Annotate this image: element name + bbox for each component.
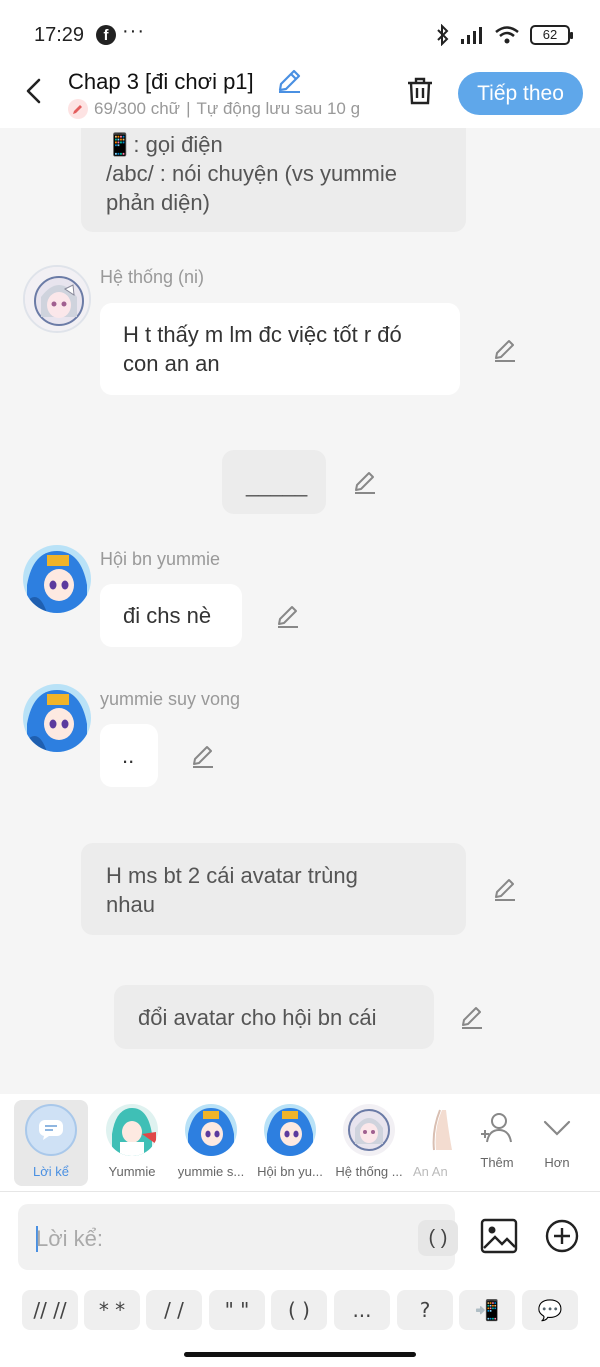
- picker-item-character[interactable]: yummie s...: [174, 1100, 248, 1186]
- picker-item-character[interactable]: Hệ thống ...: [332, 1100, 406, 1186]
- more-button[interactable]: Hơn: [520, 1100, 594, 1186]
- avatar[interactable]: [23, 684, 91, 752]
- message-line: đổi avatar cho hội bn cái: [138, 1005, 377, 1030]
- battery-icon: 62: [530, 25, 573, 45]
- message-line: con an an: [123, 351, 220, 376]
- picker-item-label: An An: [413, 1164, 448, 1179]
- message-line: nhau: [106, 892, 155, 917]
- edit-message-icon[interactable]: [275, 603, 301, 629]
- avatar: [185, 1104, 237, 1156]
- character-bubble[interactable]: đi chs nè: [100, 584, 242, 647]
- format-button[interactable]: / /: [146, 1290, 202, 1330]
- format-button[interactable]: ( ): [271, 1290, 327, 1330]
- speaker-name: Hệ thống (ni): [100, 267, 205, 287]
- status-bar: 17:29 f ··· 62: [0, 0, 600, 70]
- picker-item-label: Lời kể: [33, 1164, 69, 1179]
- speaker-name: yummie suy vong: [100, 689, 241, 709]
- picker-item-character[interactable]: Hội bn yu...: [253, 1100, 327, 1186]
- avatar: [412, 1104, 452, 1156]
- back-icon[interactable]: [20, 76, 50, 106]
- message-line: phản diện): [106, 190, 210, 215]
- speech-bubble-button[interactable]: 💬: [522, 1290, 578, 1330]
- add-person-icon: [481, 1113, 512, 1143]
- character-picker: Lời kể Yummie yummie s... Hội bn yu... H…: [0, 1094, 600, 1192]
- avatar[interactable]: [23, 265, 91, 333]
- trash-icon[interactable]: [404, 75, 436, 107]
- phone-call-button[interactable]: 📲: [459, 1290, 515, 1330]
- status-time: 17:29: [34, 24, 85, 46]
- format-button[interactable]: ?: [397, 1290, 453, 1330]
- word-count: 69/300 chữ: [94, 99, 181, 118]
- autosave-text: Tự động lưu sau 10 g: [196, 99, 361, 118]
- chat-area[interactable]: 📱: gọi điện /abc/ : nói chuyện (vs yummi…: [0, 128, 600, 1094]
- picker-item-label: Yummie: [108, 1164, 156, 1179]
- input-placeholder: Lời kể:: [36, 1226, 104, 1251]
- image-icon[interactable]: [480, 1218, 518, 1254]
- message-line: H t thấy m lm đc việc tốt r đó: [123, 322, 402, 347]
- status-icons: 62: [436, 24, 573, 46]
- input-area: Lời kể: ( ): [0, 1192, 600, 1284]
- narration-bubble[interactable]: 📱: gọi điện /abc/ : nói chuyện (vs yummi…: [81, 128, 466, 232]
- format-button[interactable]: // //: [22, 1290, 78, 1330]
- avatar: [106, 1104, 158, 1156]
- more-notifications-icon: ···: [122, 20, 145, 42]
- signal-icon: [461, 27, 482, 44]
- chapter-title[interactable]: Chap 3 [đi chơi p1]: [68, 69, 254, 95]
- speaker-name: Hội bn yummie: [100, 549, 221, 569]
- editor-header: Chap 3 [đi chơi p1] 69/300 chữ | Tự động…: [0, 62, 600, 128]
- picker-item-label: Hệ thống ...: [335, 1164, 403, 1179]
- edit-message-icon[interactable]: [492, 337, 518, 363]
- message-line: _____: [246, 472, 308, 497]
- message-line: H ms bt 2 cái avatar trùng: [106, 863, 358, 888]
- message-input[interactable]: Lời kể: ( ): [18, 1204, 458, 1270]
- picker-item-character[interactable]: Yummie: [95, 1100, 169, 1186]
- edit-message-icon[interactable]: [492, 876, 518, 902]
- picker-item-character[interactable]: An An: [404, 1100, 452, 1186]
- chevron-down-icon: [543, 1120, 571, 1136]
- edit-message-icon[interactable]: [459, 1004, 485, 1030]
- format-button[interactable]: * *: [84, 1290, 140, 1330]
- character-bubble[interactable]: H t thấy m lm đc việc tốt r đó con an an: [100, 303, 460, 395]
- character-bubble[interactable]: ..: [100, 724, 158, 787]
- parentheses-button[interactable]: ( ): [418, 1220, 458, 1256]
- edit-message-icon[interactable]: [190, 743, 216, 769]
- avatar: [343, 1104, 395, 1156]
- bluetooth-icon: [437, 24, 449, 46]
- message-line: đi chs nè: [123, 603, 212, 628]
- edit-title-icon[interactable]: [276, 68, 302, 94]
- format-toolbar: // // * * / / " " ( ) ... ? 📲 💬: [0, 1284, 600, 1367]
- message-line: 📱: gọi điện: [106, 132, 223, 157]
- narration-icon: [25, 1104, 77, 1156]
- message-line: /abc/ : nói chuyện (vs yummie: [106, 161, 398, 186]
- add-icon[interactable]: [544, 1218, 580, 1254]
- edit-message-icon[interactable]: [352, 469, 378, 495]
- next-button[interactable]: Tiếp theo: [458, 72, 583, 115]
- picker-item-narration[interactable]: Lời kể: [14, 1100, 88, 1186]
- message-line: ..: [122, 743, 135, 768]
- pen-icon: [68, 99, 88, 119]
- format-button[interactable]: ...: [334, 1290, 390, 1330]
- facebook-icon: f: [96, 25, 116, 45]
- picker-item-label: yummie s...: [177, 1164, 245, 1179]
- avatar: [264, 1104, 316, 1156]
- wifi-icon: [495, 26, 519, 44]
- avatar[interactable]: [23, 545, 91, 613]
- save-info: 69/300 chữ | Tự động lưu sau 10 g: [68, 99, 360, 119]
- narration-bubble[interactable]: _____: [222, 450, 326, 514]
- format-button[interactable]: " ": [209, 1290, 265, 1330]
- narration-bubble[interactable]: đổi avatar cho hội bn cái: [114, 985, 434, 1049]
- info-divider: |: [186, 99, 191, 118]
- more-label: Hơn: [544, 1155, 570, 1170]
- picker-item-label: Hội bn yu...: [257, 1164, 323, 1179]
- home-indicator[interactable]: [184, 1352, 416, 1357]
- narration-bubble[interactable]: H ms bt 2 cái avatar trùng nhau: [81, 843, 466, 935]
